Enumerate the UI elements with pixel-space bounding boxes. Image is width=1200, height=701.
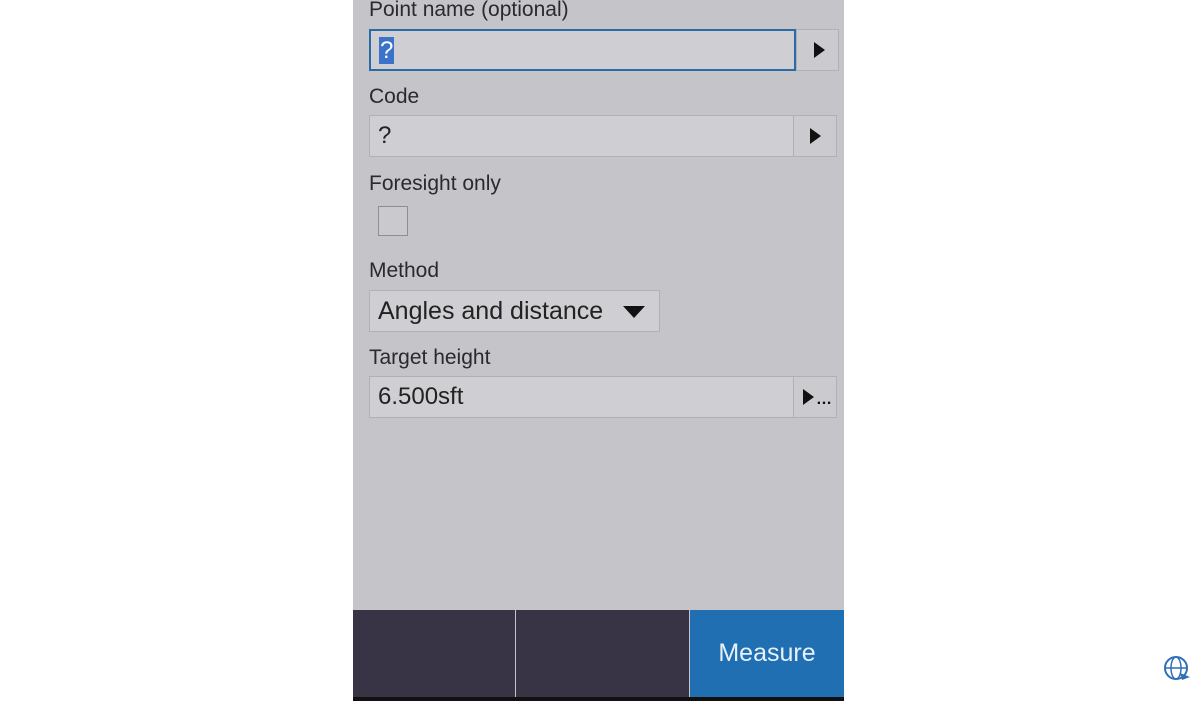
code-label: Code (369, 85, 420, 108)
softkey-2[interactable] (516, 610, 689, 697)
foresight-only-label: Foresight only (369, 172, 501, 195)
softkey-1[interactable] (353, 610, 515, 697)
method-label: Method (369, 259, 440, 282)
triangle-right-icon (814, 42, 825, 58)
bottom-edge (353, 697, 844, 701)
target-height-menu-button[interactable]: … (793, 377, 836, 417)
code-field[interactable]: ? (369, 115, 837, 157)
code-value: ? (378, 122, 392, 149)
triangle-right-icon (803, 389, 814, 405)
softkey-bar: Measure (353, 610, 844, 697)
measure-button[interactable]: Measure (690, 610, 844, 697)
target-height-label: Target height (369, 346, 491, 369)
point-name-value: ? (379, 31, 395, 71)
ellipsis-icon: … (816, 391, 832, 408)
target-height-field[interactable]: 6.500sft … (369, 376, 837, 418)
point-name-next-button[interactable] (796, 29, 839, 71)
target-height-value: 6.500sft (378, 383, 464, 410)
code-next-button[interactable] (793, 116, 836, 156)
globe-logo (1164, 656, 1190, 680)
point-name-selected-text: ? (379, 37, 395, 64)
point-name-field[interactable]: ? (369, 29, 796, 71)
triangle-right-icon (810, 128, 821, 144)
method-value: Angles and distance (378, 297, 604, 325)
point-name-label: Point name (optional) (369, 0, 569, 21)
triangle-down-icon (623, 306, 645, 318)
method-dropdown[interactable]: Angles and distance (369, 290, 660, 332)
form-panel: Point name (optional) ? Code ? Foresight… (353, 0, 844, 701)
foresight-only-checkbox[interactable] (378, 206, 408, 236)
